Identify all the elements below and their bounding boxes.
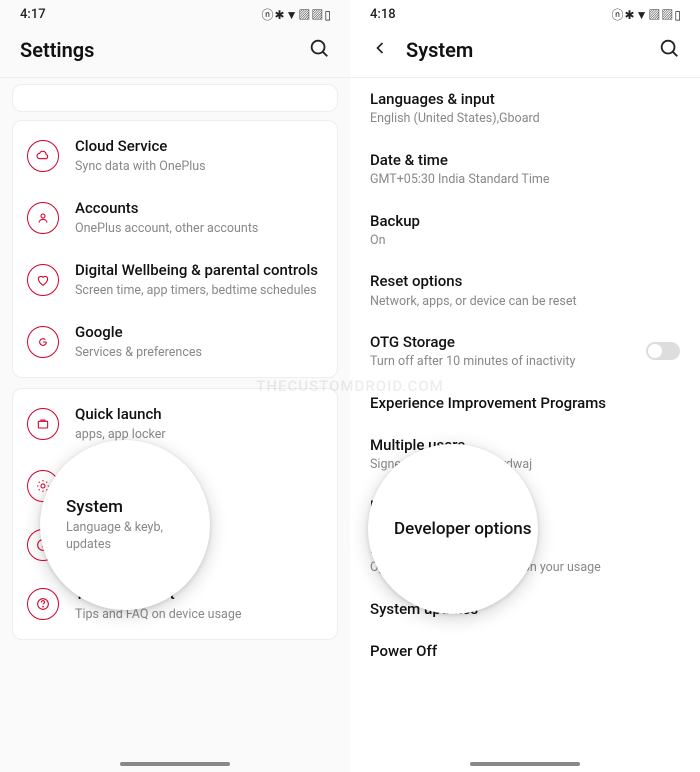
status-icons: ⓝ ✱ ▼ ▨ ▨ ▯	[262, 6, 330, 23]
google-icon	[27, 326, 59, 358]
magnifier-right: Developer options	[368, 444, 538, 614]
row-sub: Sync data with OnePlus	[75, 158, 323, 176]
row-sub: English (United States),Gboard	[370, 110, 680, 128]
row-title: OTG Storage	[370, 332, 646, 352]
row-sub: On	[370, 232, 680, 250]
row-sub: OnePlus account, other accounts	[75, 220, 323, 238]
back-icon[interactable]	[370, 38, 390, 62]
row-title: Reset options	[370, 271, 680, 291]
settings-card-1: Cloud ServiceSync data with OnePlus Acco…	[12, 120, 338, 378]
row-sub: Turn off after 10 minutes of inactivity	[370, 353, 646, 371]
heart-icon	[27, 264, 59, 296]
row-wellbeing[interactable]: Digital Wellbeing & parental controlsScr…	[13, 249, 337, 311]
header: System	[350, 27, 700, 77]
system-row-2[interactable]: BackupOn	[350, 200, 700, 261]
search-icon[interactable]	[658, 37, 680, 63]
row-sub: Screen time, app timers, bedtime schedul…	[75, 282, 323, 300]
page-title: Settings	[20, 38, 94, 62]
lens-title: System	[66, 497, 210, 517]
system-row-4[interactable]: OTG StorageTurn off after 10 minutes of …	[350, 321, 700, 382]
help-icon	[27, 588, 59, 620]
row-sub: Network, apps, or device can be reset	[370, 293, 680, 311]
divider	[0, 77, 350, 78]
card-stub	[12, 84, 338, 112]
briefcase-icon	[27, 408, 59, 440]
lens-title: Developer options	[394, 519, 538, 539]
row-quick-launch[interactable]: Quick launchapps, app locker	[13, 393, 337, 455]
nav-bar[interactable]	[120, 762, 230, 766]
system-row-0[interactable]: Languages & inputEnglish (United States)…	[350, 78, 700, 139]
row-title: Cloud Service	[75, 137, 323, 157]
row-title: Accounts	[75, 199, 323, 219]
row-title: Power Off	[370, 641, 680, 661]
system-row-3[interactable]: Reset options Network, apps, or device ca…	[350, 260, 700, 321]
magnifier-left: System Language & keyb, updates	[40, 440, 210, 610]
status-bar: 4:17 ⓝ ✱ ▼ ▨ ▨ ▯	[0, 0, 350, 27]
status-bar: 4:18 ⓝ ✱ ▼ ▨ ▨ ▯	[350, 0, 700, 27]
clock: 4:17	[20, 7, 46, 22]
row-sub: Services & preferences	[75, 344, 323, 362]
user-icon	[27, 202, 59, 234]
lens-sub: Language & keyb, updates	[66, 520, 176, 554]
header: Settings	[0, 27, 350, 77]
cloud-icon	[27, 140, 59, 172]
row-title: Quick launch	[75, 405, 323, 425]
system-row-10[interactable]: Power Off	[350, 630, 700, 672]
system-row-1[interactable]: Date & timeGMT+05:30 India Standard Time	[350, 139, 700, 200]
row-title: Languages & input	[370, 89, 680, 109]
nav-bar[interactable]	[470, 762, 580, 766]
row-sub: GMT+05:30 India Standard Time	[370, 171, 680, 189]
status-icons: ⓝ ✱ ▼ ▨ ▨ ▯	[612, 6, 680, 23]
row-cloud-service[interactable]: Cloud ServiceSync data with OnePlus	[13, 125, 337, 187]
row-title: Digital Wellbeing & parental controls	[75, 261, 323, 281]
page-title: System	[406, 38, 473, 62]
search-icon[interactable]	[308, 37, 330, 63]
row-title: Date & time	[370, 150, 680, 170]
clock: 4:18	[370, 7, 396, 22]
toggle[interactable]	[646, 342, 680, 360]
row-accounts[interactable]: AccountsOnePlus account, other accounts	[13, 187, 337, 249]
row-title: Backup	[370, 211, 680, 231]
row-title: Google	[75, 323, 323, 343]
watermark: THECUSTOMDROID.COM	[256, 377, 444, 395]
row-title: Experience Improvement Programs	[370, 393, 680, 413]
row-google[interactable]: GoogleServices & preferences	[13, 311, 337, 373]
